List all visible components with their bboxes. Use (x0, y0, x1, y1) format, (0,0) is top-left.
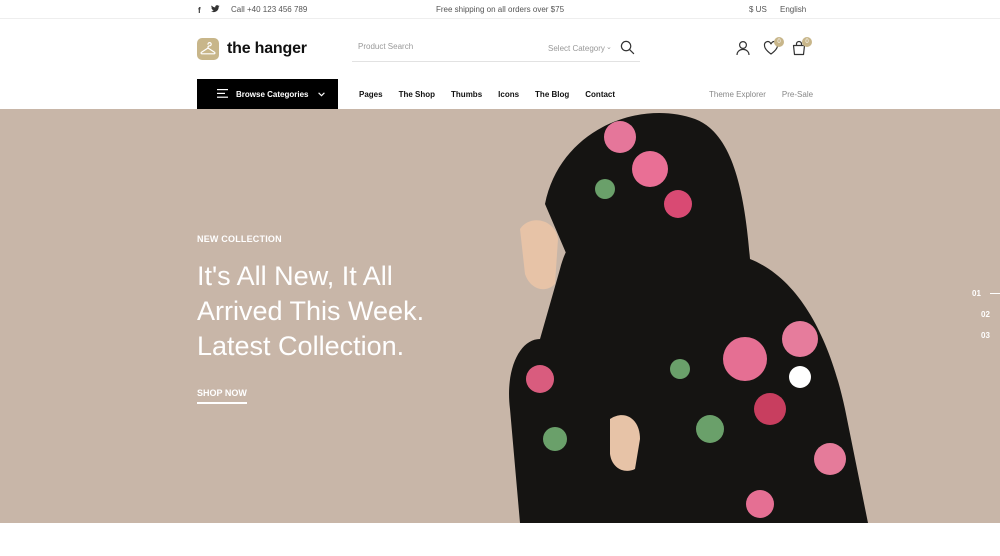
hanger-icon (197, 38, 219, 60)
browse-categories-button[interactable]: Browse Categories (197, 79, 338, 109)
shop-now-link[interactable]: SHOP NOW (197, 388, 247, 404)
search-input[interactable] (358, 42, 528, 51)
search-bar: Select Category ⌄ (352, 36, 640, 62)
nav-item-icons[interactable]: Icons (498, 90, 519, 99)
nav-item-pre-sale[interactable]: Pre-Sale (782, 90, 813, 99)
menu-icon (217, 88, 228, 100)
nav-item-thumbs[interactable]: Thumbs (451, 90, 482, 99)
currency-selector[interactable]: $ US (749, 5, 767, 14)
nav-item-the-blog[interactable]: The Blog (535, 90, 569, 99)
slide-indicator-active[interactable]: 01 (972, 289, 1000, 310)
main-nav: Pages The Shop Thumbs Icons The Blog Con… (359, 90, 615, 99)
cart-count-badge: 0 (802, 37, 812, 47)
hero-slider: NEW COLLECTION It's All New, It All Arri… (0, 109, 1000, 523)
shipping-notice: Free shipping on all orders over $75 (435, 5, 565, 14)
hero-headline-line: Latest Collection. (197, 331, 405, 361)
hero-headline-line: Arrived This Week. (197, 296, 425, 326)
nav-item-contact[interactable]: Contact (585, 90, 615, 99)
search-icon[interactable] (620, 40, 635, 60)
slider-pagination: 01 02 03 (972, 289, 1000, 352)
cart-icon[interactable]: 0 (791, 37, 812, 56)
language-selector[interactable]: English (780, 5, 806, 14)
logo[interactable]: the hanger (197, 38, 307, 60)
hero-eyebrow: NEW COLLECTION (197, 234, 282, 244)
chevron-down-icon: ⌄ (606, 44, 612, 51)
top-bar: f Call +40 123 456 789 Free shipping on … (0, 0, 1000, 19)
hero-model-image (509, 112, 868, 523)
logo-text: the hanger (227, 40, 307, 57)
wishlist-icon[interactable]: 0 (763, 37, 784, 56)
header-actions: 0 0 (735, 37, 812, 56)
nav-item-theme-explorer[interactable]: Theme Explorer (709, 90, 766, 99)
slide-indicator[interactable]: 03 (981, 331, 990, 352)
browse-categories-label: Browse Categories (236, 89, 309, 99)
nav-item-pages[interactable]: Pages (359, 90, 383, 99)
hero-headline: It's All New, It All Arrived This Week. … (197, 259, 497, 364)
category-select[interactable]: Select Category (548, 44, 605, 53)
nav-item-the-shop[interactable]: The Shop (399, 90, 435, 99)
hero-headline-line: It's All New, It All (197, 261, 393, 291)
secondary-nav: Theme Explorer Pre-Sale (709, 90, 813, 99)
slide-indicator[interactable]: 02 (981, 310, 990, 331)
chevron-down-icon (318, 90, 326, 99)
wishlist-count-badge: 0 (774, 37, 784, 47)
user-icon[interactable] (735, 40, 751, 56)
